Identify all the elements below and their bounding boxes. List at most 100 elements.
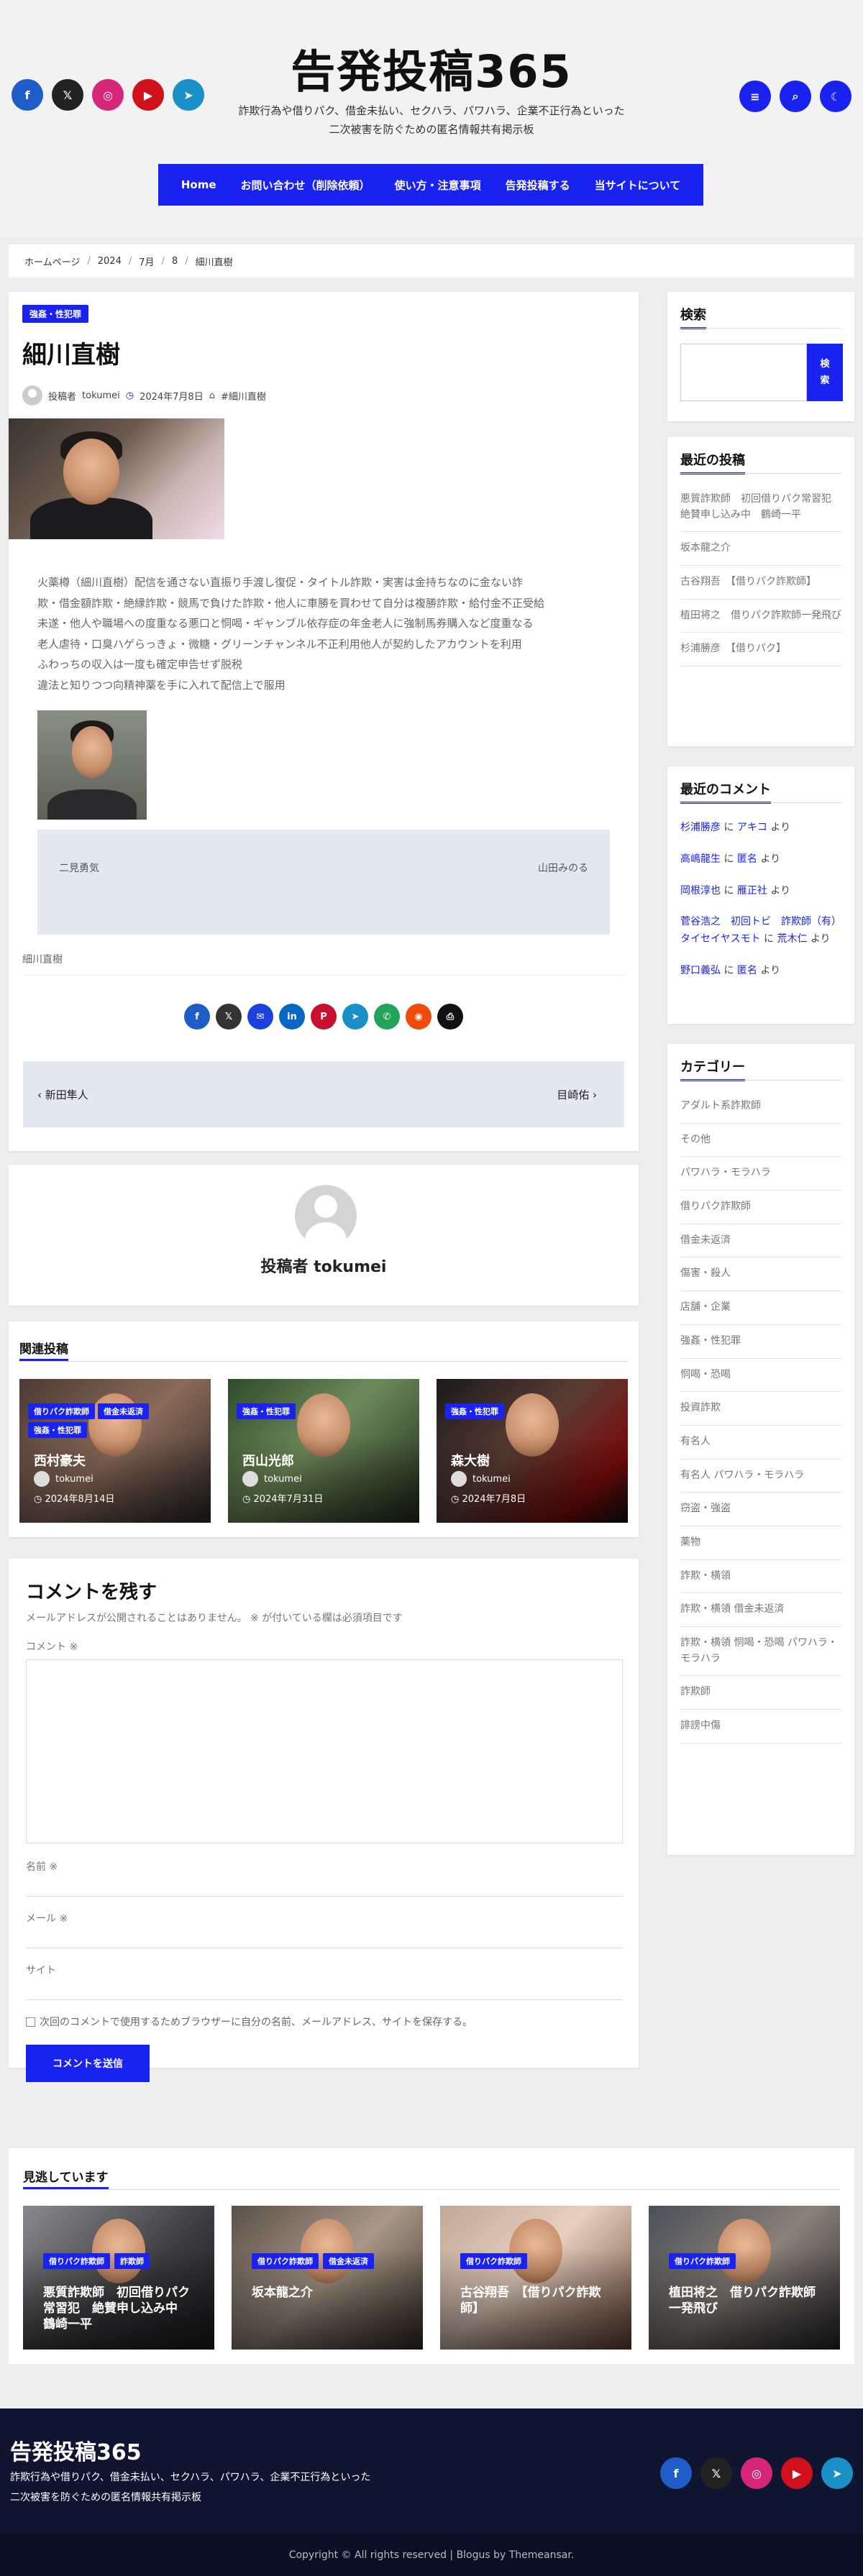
missed-post-title[interactable]: 悪質詐欺師 初回借りパク常習犯 絶賛申し込み中 鶴崎一平 <box>43 2285 201 2332</box>
post-date[interactable]: 2024年7月8日 <box>140 389 204 403</box>
comment-author-link[interactable]: 匿名 <box>737 853 757 865</box>
author-avatar[interactable] <box>22 385 42 405</box>
x-share-icon[interactable]: 𝕏 <box>216 1004 242 1030</box>
embedded-prev[interactable]: 二見勇気 <box>59 858 99 879</box>
embedded-prev-title[interactable]: 二見勇気 <box>59 858 99 879</box>
missed-post-card[interactable]: 借りパク詐欺師植田将之 借りパク詐欺師一発飛び <box>649 2206 840 2350</box>
category-badge[interactable]: 強姦・性犯罪 <box>28 1422 87 1438</box>
author-avatar-large[interactable] <box>295 1185 357 1247</box>
related-post-card[interactable]: 強姦・性犯罪 西山光郎 tokumei ◷ 2024年7月31日 <box>228 1379 419 1523</box>
recent-post-link[interactable]: 古谷翔吾 【借りパク詐欺師】 <box>680 566 841 600</box>
related-post-title[interactable]: 西村豪夫 <box>34 1451 86 1470</box>
facebook-icon[interactable]: f <box>660 2457 692 2489</box>
comment-author-link[interactable]: 匿名 <box>737 965 757 976</box>
category-badge[interactable]: 借りパク詐欺師 <box>43 2253 110 2269</box>
footer-site-title[interactable]: 告発投稿365 <box>10 2434 142 2466</box>
comment-author-link[interactable]: アキコ <box>737 822 767 833</box>
comment-post-link[interactable]: 岡根淳也 <box>680 885 721 897</box>
post-tag-link[interactable]: #細川直樹 <box>221 389 266 403</box>
recent-post-link[interactable]: 杉浦勝彦 【借りパク】 <box>680 633 841 667</box>
article-tag[interactable]: 細川直樹 <box>22 952 63 966</box>
instagram-icon[interactable]: ◎ <box>741 2457 772 2489</box>
category-link[interactable]: 窃盗・強盗 <box>680 1493 841 1526</box>
recent-post-link[interactable]: 坂本龍之介 <box>680 532 841 567</box>
category-badge[interactable]: 借りパク詐欺師 <box>28 1403 95 1419</box>
facebook-share-icon[interactable]: f <box>184 1004 210 1030</box>
category-badge[interactable]: 借りパク詐欺師 <box>252 2253 319 2269</box>
category-link[interactable]: その他 <box>680 1124 841 1158</box>
category-badge[interactable]: 強姦・性犯罪 <box>445 1403 504 1419</box>
category-link[interactable]: 有名人 <box>680 1426 841 1459</box>
comment-textarea[interactable] <box>26 1659 623 1843</box>
x-icon[interactable]: 𝕏 <box>700 2457 732 2489</box>
category-link[interactable]: 投資詐欺 <box>680 1392 841 1426</box>
breadcrumb-month[interactable]: 7月 <box>139 255 154 268</box>
category-badge[interactable]: 借りパク詐欺師 <box>669 2253 736 2269</box>
category-link[interactable]: 恫喝・恐喝 <box>680 1359 841 1393</box>
save-info-label[interactable]: 次回のコメントで使用するためブラウザーに自分の名前、メールアドレス、サイトを保存… <box>40 2014 472 2029</box>
category-link[interactable]: 詐欺師 <box>680 1676 841 1710</box>
category-link[interactable]: 借りパク詐欺師 <box>680 1191 841 1224</box>
category-link[interactable]: 詐欺・横領 恫喝・恐喝 パワハラ・モラハラ <box>680 1627 841 1677</box>
nav-home[interactable]: Home <box>181 178 216 191</box>
category-link[interactable]: 詐欺・横領 <box>680 1560 841 1594</box>
related-post-title[interactable]: 森大樹 <box>451 1451 490 1470</box>
nav-usage[interactable]: 使い方・注意事項 <box>395 178 481 193</box>
site-input[interactable] <box>26 1980 623 2000</box>
submit-comment-button[interactable]: コメントを送信 <box>26 2045 150 2082</box>
nav-submit-post[interactable]: 告発投稿する <box>506 178 570 193</box>
related-post-card[interactable]: 借りパク詐欺師 借金未返済 強姦・性犯罪 西村豪夫 tokumei ◷ 2024年8月14… <box>19 1379 211 1523</box>
category-link[interactable]: 借金未返済 <box>680 1224 841 1258</box>
related-post-card[interactable]: 強姦・性犯罪 森大樹 tokumei ◷ 2024年7月8日 <box>437 1379 628 1523</box>
author-box-title[interactable]: 投稿者 tokumei <box>9 1254 639 1277</box>
comment-post-link[interactable]: 野口義弘 <box>680 965 721 976</box>
linkedin-share-icon[interactable]: in <box>279 1004 305 1030</box>
recent-post-link[interactable]: 悪質詐欺師 初回借りパク常習犯 絶賛申し込み中 鶴崎一平 <box>680 483 841 533</box>
category-link[interactable]: 強姦・性犯罪 <box>680 1325 841 1359</box>
comment-author-link[interactable]: 雁正社 <box>737 885 767 897</box>
category-link[interactable]: 薬物 <box>680 1526 841 1560</box>
category-badge[interactable]: 強姦・性犯罪 <box>237 1403 296 1419</box>
reddit-share-icon[interactable]: ◉ <box>406 1004 432 1030</box>
search-input[interactable] <box>680 344 807 401</box>
category-badge[interactable]: 借金未返済 <box>323 2253 374 2269</box>
recent-post-link[interactable]: 植田将之 借りパク詐欺師一発飛び <box>680 600 841 633</box>
author-link[interactable]: tokumei <box>82 390 120 401</box>
missed-post-card[interactable]: 借りパク詐欺師 借金未返済坂本龍之介 <box>232 2206 423 2350</box>
missed-post-title[interactable]: 植田将之 借りパク詐欺師一発飛び <box>669 2285 827 2316</box>
embedded-next[interactable]: 山田みのる <box>538 858 588 879</box>
telegram-icon[interactable]: ➤ <box>821 2457 853 2489</box>
breadcrumb-year[interactable]: 2024 <box>98 256 122 267</box>
menu-icon[interactable]: ≡ <box>739 81 771 112</box>
search-button[interactable]: 検索 <box>807 344 843 401</box>
whatsapp-share-icon[interactable]: ✆ <box>374 1004 400 1030</box>
category-link[interactable]: パワハラ・モラハラ <box>680 1157 841 1191</box>
missed-post-title[interactable]: 坂本龍之介 <box>252 2285 410 2301</box>
category-link[interactable]: 店舗・企業 <box>680 1291 841 1325</box>
related-post-title[interactable]: 西山光郎 <box>242 1451 294 1470</box>
save-info-checkbox[interactable] <box>26 2017 35 2027</box>
comment-post-link[interactable]: 杉浦勝彦 <box>680 822 721 833</box>
category-badge[interactable]: 借りパク詐欺師 <box>460 2253 527 2269</box>
category-link[interactable]: 誹謗中傷 <box>680 1710 841 1743</box>
comment-post-link[interactable]: 高嶋龍生 <box>680 853 721 865</box>
category-badge[interactable]: 詐欺師 <box>114 2253 150 2269</box>
embedded-next-title[interactable]: 山田みのる <box>538 858 588 879</box>
pinterest-share-icon[interactable]: P <box>311 1004 337 1030</box>
category-link[interactable]: アダルト系詐欺師 <box>680 1090 841 1124</box>
breadcrumb-day[interactable]: 8 <box>172 256 178 267</box>
missed-post-card[interactable]: 借りパク詐欺師 詐欺師悪質詐欺師 初回借りパク常習犯 絶賛申し込み中 鶴崎一平 <box>23 2206 214 2350</box>
next-post-link[interactable]: 目崎佑 › <box>557 1087 597 1102</box>
previous-post-link[interactable]: ‹ 新田隼人 <box>37 1087 88 1102</box>
comment-author-link[interactable]: 荒木仁 <box>777 933 808 945</box>
category-link[interactable]: 傷害・殺人 <box>680 1257 841 1292</box>
related-post-author[interactable]: tokumei <box>242 1471 302 1487</box>
category-link[interactable]: 詐欺・横領 借金未返済 <box>680 1593 841 1627</box>
category-badge[interactable]: 借金未返済 <box>98 1403 149 1419</box>
name-input[interactable] <box>26 1876 623 1897</box>
related-post-author[interactable]: tokumei <box>34 1471 93 1487</box>
search-icon[interactable]: ⌕ <box>780 81 811 112</box>
missed-post-title[interactable]: 古谷翔吾 【借りパク詐欺師】 <box>460 2285 618 2316</box>
breadcrumb-home[interactable]: ホームページ <box>24 255 80 268</box>
category-link[interactable]: 有名人 パワハラ・モラハラ <box>680 1459 841 1493</box>
